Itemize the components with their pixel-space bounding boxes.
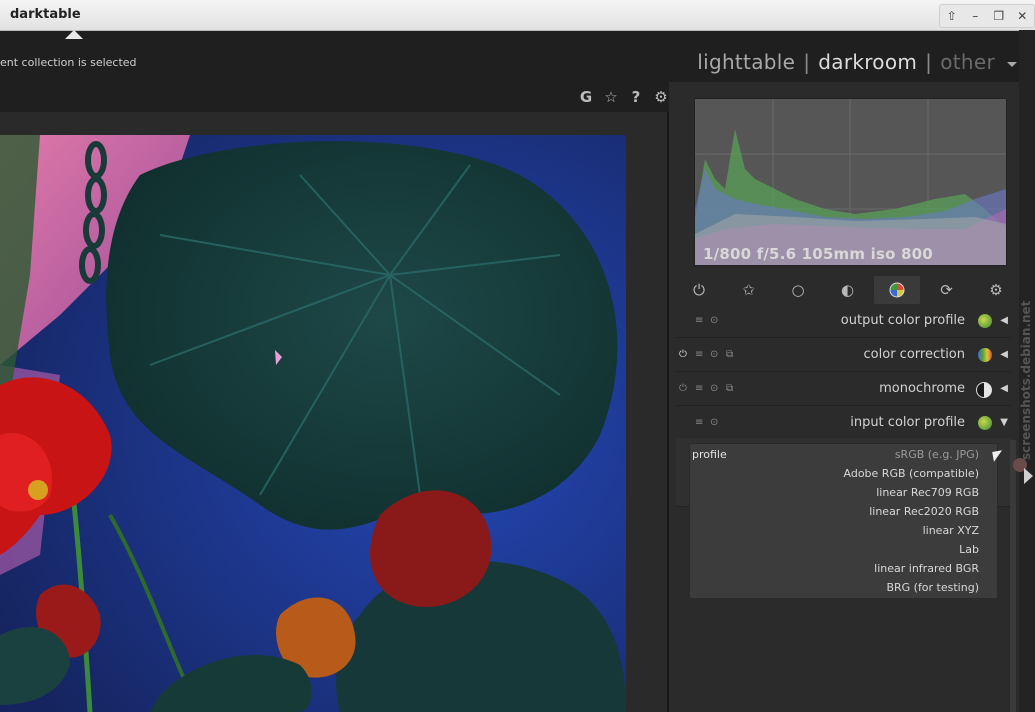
window-title: darktable bbox=[10, 7, 81, 22]
collapse-top-panel-icon[interactable] bbox=[65, 30, 83, 39]
profile-option[interactable]: linear Rec2020 RGB bbox=[869, 505, 979, 518]
favorites-star-icon[interactable]: ✩ bbox=[726, 276, 772, 304]
profile-option[interactable]: linear Rec709 RGB bbox=[876, 486, 979, 499]
help-icon[interactable]: ? bbox=[628, 88, 644, 106]
power-icon[interactable]: ⏻ bbox=[676, 276, 722, 304]
expand-arrow-icon[interactable]: ◀ bbox=[1000, 383, 1008, 394]
profile-option[interactable]: Adobe RGB (compatible) bbox=[844, 467, 979, 480]
color-module-icon bbox=[978, 416, 992, 430]
multi-instance-icon[interactable]: ⧉ bbox=[726, 349, 733, 360]
color-module-icon bbox=[978, 314, 992, 328]
exif-info: 1/800 f/5.6 105mm iso 800 bbox=[703, 245, 933, 263]
window-maximize-button[interactable]: ❐ bbox=[989, 9, 1009, 23]
view-darkroom[interactable]: darkroom bbox=[818, 50, 917, 74]
presets-icon[interactable]: ≡ bbox=[695, 349, 703, 360]
color-wheel-icon[interactable] bbox=[874, 276, 920, 304]
window-minimize-button[interactable]: – bbox=[965, 9, 985, 23]
profile-option[interactable]: linear infrared BGR bbox=[874, 562, 979, 575]
presets-icon[interactable]: ≡ bbox=[695, 383, 703, 394]
nasturtium-photo bbox=[0, 135, 626, 712]
reset-icon[interactable]: ⊙ bbox=[710, 315, 718, 326]
module-input-color-profile[interactable]: ≡ ⊙ input color profile ▼ bbox=[676, 409, 1011, 440]
mouse-cursor-icon bbox=[992, 450, 1004, 462]
presets-icon[interactable]: ≡ bbox=[695, 417, 703, 428]
profile-option[interactable]: linear XYZ bbox=[923, 524, 979, 537]
reset-icon[interactable]: ⊙ bbox=[710, 349, 718, 360]
view-separator: | bbox=[925, 50, 933, 74]
expand-arrow-icon[interactable]: ◀ bbox=[1000, 315, 1008, 326]
view-other[interactable]: other bbox=[940, 50, 995, 74]
presets-icon[interactable]: ≡ bbox=[695, 315, 703, 326]
expand-arrow-icon[interactable]: ◀ bbox=[1000, 349, 1008, 360]
color-module-icon bbox=[978, 348, 992, 362]
histogram[interactable]: 1/800 f/5.6 105mm iso 800 bbox=[694, 98, 1007, 266]
module-label: color correction bbox=[863, 347, 965, 362]
profile-label: profile bbox=[692, 448, 727, 461]
profile-option[interactable]: BRG (for testing) bbox=[886, 581, 979, 594]
module-monochrome[interactable]: ⏻ ≡ ⊙ ⧉ monochrome ◀ bbox=[676, 375, 1011, 406]
multi-instance-icon[interactable]: ⧉ bbox=[726, 383, 733, 394]
gear-icon[interactable]: ⚙ bbox=[653, 88, 669, 106]
window-shade-button[interactable]: ⇧ bbox=[942, 9, 962, 23]
collapse-right-panel-icon[interactable] bbox=[1024, 468, 1033, 484]
view-separator: | bbox=[803, 50, 811, 74]
module-group-tabs: ⏻ ✩ ○ ◐ ⟳ ⚙ bbox=[676, 276, 1019, 304]
correct-rotate-icon[interactable]: ⟳ bbox=[924, 276, 970, 304]
top-toolbar: G ☆ ? ⚙ bbox=[578, 88, 669, 106]
module-label: monochrome bbox=[879, 381, 965, 396]
histogram-graph bbox=[695, 99, 1006, 265]
collapse-arrow-icon[interactable]: ▼ bbox=[1000, 417, 1008, 428]
module-output-color-profile[interactable]: ≡ ⊙ output color profile ◀ bbox=[676, 307, 1011, 338]
profile-dropdown-popup: profile sRGB (e.g. JPG) Adobe RGB (compa… bbox=[689, 443, 998, 599]
basic-circle-icon[interactable]: ○ bbox=[775, 276, 821, 304]
reset-icon[interactable]: ⊙ bbox=[710, 417, 718, 428]
module-color-correction[interactable]: ⏻ ≡ ⊙ ⧉ color correction ◀ bbox=[676, 341, 1011, 372]
view-lighttable[interactable]: lighttable bbox=[697, 50, 795, 74]
profile-option[interactable]: sRGB (e.g. JPG) bbox=[895, 448, 979, 461]
module-label: output color profile bbox=[840, 313, 965, 328]
star-icon[interactable]: ☆ bbox=[603, 88, 619, 106]
panel-scrollbar[interactable] bbox=[1010, 440, 1016, 712]
view-switcher: lighttable | darkroom | other bbox=[697, 50, 995, 74]
reset-icon[interactable]: ⊙ bbox=[710, 383, 718, 394]
photo-canvas[interactable] bbox=[0, 135, 626, 712]
watermark: screenshots.debian.net bbox=[1019, 300, 1033, 460]
tone-half-circle-icon[interactable]: ◐ bbox=[825, 276, 871, 304]
effects-aperture-icon[interactable]: ⚙ bbox=[973, 276, 1019, 304]
profile-option[interactable]: Lab bbox=[959, 543, 979, 556]
status-message: ent collection is selected bbox=[0, 56, 137, 69]
grouping-icon[interactable]: G bbox=[578, 88, 594, 106]
window-close-button[interactable]: ✕ bbox=[1012, 9, 1032, 23]
power-toggle-icon[interactable]: ⏻ bbox=[679, 349, 687, 360]
power-toggle-icon[interactable]: ⏻ bbox=[679, 383, 687, 394]
window-titlebar: darktable ⇧ – ❐ ✕ bbox=[0, 0, 1035, 31]
module-label: input color profile bbox=[850, 415, 965, 430]
tone-module-icon bbox=[976, 382, 992, 398]
chevron-down-icon[interactable] bbox=[1007, 62, 1017, 67]
color-wheel-graphic bbox=[889, 282, 905, 298]
window-controls: ⇧ – ❐ ✕ bbox=[939, 4, 1035, 28]
